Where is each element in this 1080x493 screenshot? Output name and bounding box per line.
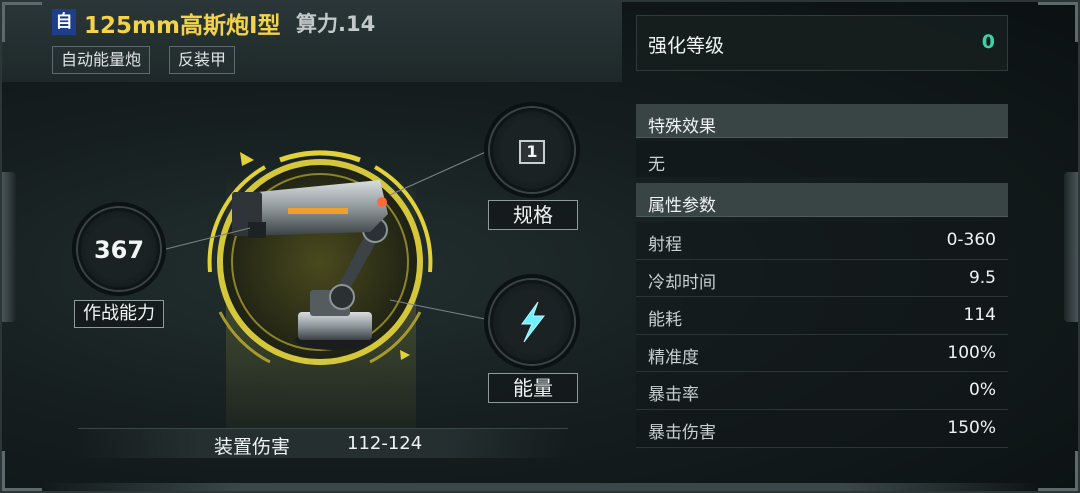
energy-label: 能量: [488, 373, 578, 403]
special-effect-row: [636, 141, 1008, 177]
combat-power-label: 作战能力: [74, 300, 164, 328]
spec-label: 规格: [488, 200, 578, 230]
attr-value: 0%: [969, 380, 996, 401]
combat-power-value: 367: [93, 236, 145, 264]
enhance-level-label: 强化等级: [648, 35, 725, 57]
device-damage-bar: [78, 428, 568, 458]
device-damage-value: 112-124: [347, 433, 423, 454]
attr-row-crit-rate: 暴击率 0%: [636, 372, 1008, 410]
attr-name: 精准度: [648, 347, 699, 368]
device-damage-label: 装置伤害: [214, 436, 291, 458]
attr-value: 0-360: [946, 230, 996, 250]
attr-row-cooldown: 冷却时间 9.5: [636, 259, 1008, 298]
attr-row-energy-cost: 能耗 114: [636, 297, 1008, 335]
attr-name: 射程: [648, 235, 682, 255]
attr-row-range: 射程 0-360: [636, 222, 1008, 260]
attr-name: 暴击伤害: [648, 422, 716, 443]
attr-value: 114: [963, 305, 996, 326]
enhance-level-value: 0: [981, 31, 995, 53]
attributes-list: 射程 0-360 冷却时间 9.5 能耗 114 精准度 100% 暴击率 0%…: [636, 222, 1008, 448]
spec-value: 1: [519, 140, 545, 164]
attr-value: 150%: [947, 417, 996, 438]
attr-value: 9.5: [968, 267, 996, 288]
attributes-title: 属性参数: [648, 196, 716, 216]
attr-row-crit-damage: 暴击伤害 150%: [636, 409, 1008, 448]
lightning-energy-icon: [521, 301, 546, 343]
attr-row-accuracy: 精准度 100%: [636, 334, 1008, 373]
special-effect-title: 特殊效果: [648, 117, 716, 137]
attr-name: 冷却时间: [648, 272, 716, 293]
attr-name: 暴击率: [648, 385, 699, 406]
attr-value: 100%: [947, 342, 996, 363]
special-effect-value: 无: [648, 155, 665, 175]
attr-name: 能耗: [648, 310, 682, 331]
